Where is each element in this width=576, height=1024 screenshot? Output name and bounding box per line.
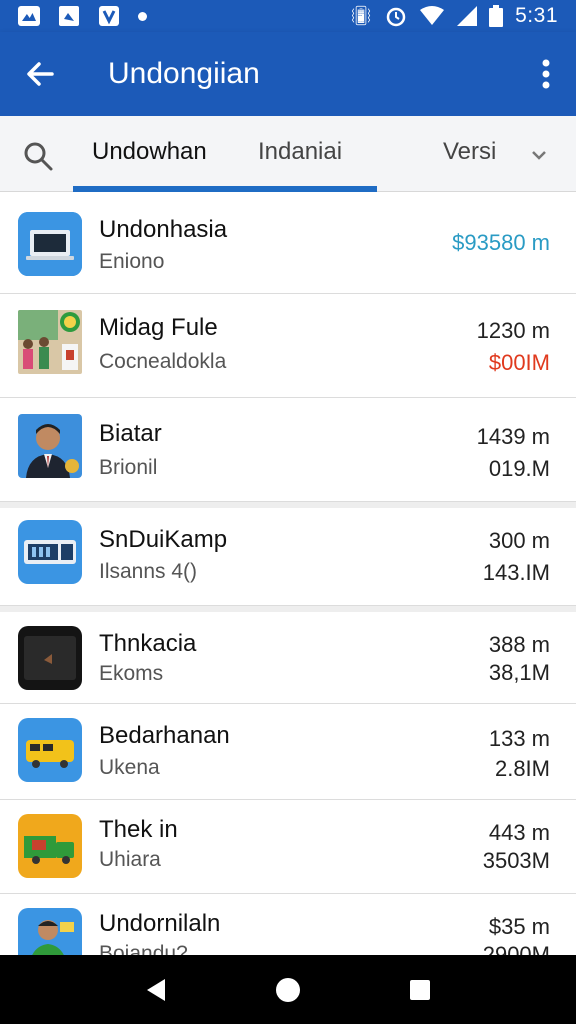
status-bar: 📳︎ 5:31 [0,0,576,32]
tab-indaniai[interactable]: Indaniai [258,138,342,166]
bus-icon [18,718,82,782]
item-value: 1230 m [476,318,550,343]
item-value: 443 m [488,820,550,845]
list-item[interactable]: Thek in Uhiara 443 m 3503M [0,800,576,894]
item-size: 2.8IM [494,756,550,781]
page-title: Undongiian [108,57,260,90]
more-options-button[interactable] [516,32,576,116]
item-subtitle: Ukena [99,756,160,779]
item-size: 143.IM [482,560,550,585]
people-photo [18,310,82,374]
item-title: Bedarhanan [99,722,230,749]
item-subtitle: Uhiara [99,848,161,871]
truck-icon [18,814,82,878]
item-title: Thek in [99,816,178,843]
dot-icon [138,11,147,21]
nav-back-button[interactable] [126,960,186,1020]
item-subtitle: Eniono [99,250,165,273]
item-title: Undonhasia [99,216,228,243]
status-notifications [18,5,147,27]
wifi-icon [420,6,445,25]
item-title: Midag Fule [99,314,218,341]
triangle-back-icon [147,978,165,1001]
battery-icon [489,5,504,27]
item-value: 1439 m [476,424,550,449]
item-value: 300 m [488,528,550,553]
item-size: $00IM [488,350,550,375]
item-value: $35 m [488,914,550,939]
list-item[interactable]: Biatar Brionil 1439 m 019.M [0,398,576,502]
device-icon [18,520,82,584]
item-title: Thnkacia [99,630,197,657]
circle-home-icon [276,977,300,1002]
list-item[interactable]: Undonhasia Eniono $93580 m [0,192,576,294]
square-recents-icon [410,979,430,1000]
item-value: 133 m [488,726,550,751]
item-subtitle: Ekoms [99,662,164,685]
vibrate-icon: 📳︎ [349,5,374,27]
laptop-icon [18,212,82,276]
alarm-icon [386,7,406,27]
item-size: 019.M [488,456,550,481]
system-nav-bar [0,955,576,1024]
item-size: 3503M [482,848,550,873]
image-icon [59,6,79,26]
more-vert-icon [542,59,550,89]
item-value: 388 m [488,632,550,657]
item-size: 38,1M [488,660,550,685]
dark-screen-icon [18,626,82,690]
item-subtitle: Ilsanns 4() [99,560,198,583]
list-item[interactable]: SnDuiKamp Ilsanns 4() 300 m 143.IM [0,502,576,606]
chevron-down-icon[interactable] [528,144,550,166]
clock-time: 5:31 [515,4,558,27]
list-item[interactable]: Thnkacia Ekoms 388 m 38,1M [0,606,576,704]
signal-icon [457,6,478,26]
nav-recents-button[interactable] [390,960,450,1020]
back-button[interactable] [0,32,80,116]
tab-versi[interactable]: Versi [443,138,496,166]
list-item[interactable]: Midag Fule Cocnealdokla 1230 m $00IM [0,294,576,398]
item-subtitle: Cocnealdokla [99,350,227,373]
tab-bar: Undowhan Indaniai Versi [0,116,576,192]
item-subtitle: Brionil [99,456,158,479]
app-bar: Undongiian [0,32,576,116]
tab-undowhan[interactable]: Undowhan [92,138,207,166]
list-item[interactable]: Bedarhanan Ukena 133 m 2.8IM [0,704,576,800]
nav-home-button[interactable] [258,960,318,1020]
person-photo [18,414,82,478]
item-title: Biatar [99,420,162,447]
app-icon [99,6,119,26]
arrow-left-icon [27,62,54,86]
item-title: SnDuiKamp [99,526,228,553]
search-icon[interactable] [22,140,54,172]
item-title: Undornilaln [99,910,221,937]
gallery-icon [18,6,40,26]
item-value: $93580 m [452,230,550,255]
